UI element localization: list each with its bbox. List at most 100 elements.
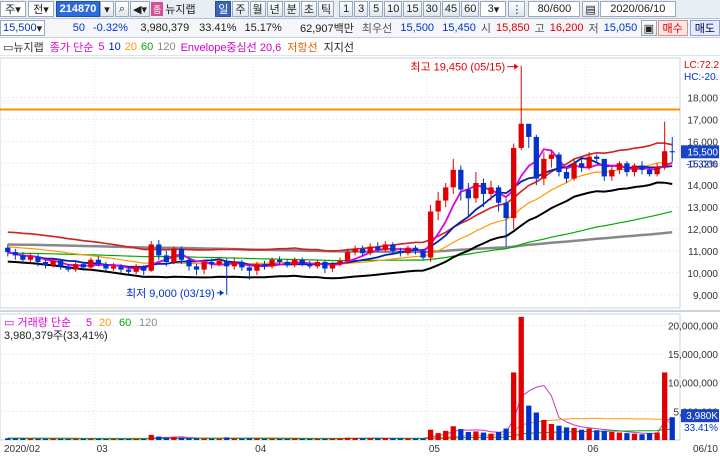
candle-body xyxy=(337,260,343,265)
interval-button-15[interactable]: 15 xyxy=(403,1,422,17)
candle-body xyxy=(110,266,117,269)
news-icon[interactable]: 종 xyxy=(150,2,164,16)
candle-body xyxy=(654,166,660,175)
interval-value[interactable]: 3 ▾ xyxy=(480,1,507,17)
interval-button-60[interactable]: 60 xyxy=(461,1,480,17)
current-volume-label: 3,980K xyxy=(686,411,718,422)
chart-stock-name[interactable]: ▭뉴지랩 xyxy=(0,39,47,55)
volume-bar xyxy=(594,430,600,440)
volume-bar xyxy=(533,412,539,440)
candle-body xyxy=(133,266,139,272)
stock-code-input[interactable]: 214870 xyxy=(56,1,100,17)
volume-bar xyxy=(95,438,102,440)
open-value: 15,850 xyxy=(496,22,530,34)
candle-body xyxy=(503,202,509,219)
sell-button[interactable]: 매도 xyxy=(689,20,720,36)
candle-body xyxy=(526,123,532,137)
candle-body xyxy=(201,261,207,270)
menu-dropdown[interactable]: 주 ▾ xyxy=(0,1,26,17)
search-icon[interactable]: ⌕ xyxy=(115,1,129,17)
quote-bar: 15,500 ▾ 50 -0.32% 3,980,379 33.41% 15.17… xyxy=(0,19,720,38)
volume-bar xyxy=(148,434,154,440)
ma-label[interactable]: 종가 단순 xyxy=(47,39,97,55)
candle-body xyxy=(518,123,524,148)
date-label: 06 xyxy=(587,444,599,455)
interval-button-30[interactable]: 30 xyxy=(422,1,441,17)
low-label: 저 xyxy=(588,23,599,35)
candle-body xyxy=(646,169,653,175)
speaker-icon[interactable]: ◀▾ xyxy=(130,1,150,17)
stock-chart[interactable]: 9,000 10,000 11,000 12,000 13,000 14,000 15,00… xyxy=(0,56,720,458)
tick-settings-icon[interactable]: ⋮ xyxy=(508,1,526,17)
interval-button-10[interactable]: 10 xyxy=(384,1,403,17)
volume-tick-label: 10,000,000 xyxy=(668,379,718,390)
candle-body xyxy=(495,187,502,203)
period-tab-2[interactable]: 월 xyxy=(249,1,266,17)
volume-bar xyxy=(50,438,56,440)
candle-body xyxy=(548,154,555,159)
price-field[interactable]: 15,500 ▾ xyxy=(0,20,46,36)
candle-body xyxy=(465,189,472,199)
candle-body xyxy=(412,247,419,251)
ma5-label: 5 xyxy=(98,40,105,53)
candle-body xyxy=(276,259,283,262)
volume-bar xyxy=(322,438,328,440)
candle-body xyxy=(216,260,222,265)
candle-body xyxy=(360,248,366,254)
candle-body xyxy=(284,261,290,266)
order-icon[interactable]: ▣ xyxy=(641,20,657,36)
candle-body xyxy=(254,264,260,271)
date-field[interactable]: 2020/06/10 xyxy=(599,1,676,17)
period-tabs: 일주월년분초틱 xyxy=(215,1,335,17)
volume-bar xyxy=(88,438,94,440)
interval-button-45[interactable]: 45 xyxy=(441,1,461,17)
volume-bar xyxy=(654,432,660,440)
volume-current-text: 3,980,379주(33,41%) xyxy=(4,330,108,342)
high-value: 16,200 xyxy=(549,22,584,34)
count-field[interactable]: 80/600 xyxy=(528,1,581,17)
period-tab-3[interactable]: 년 xyxy=(266,1,283,17)
period-tab-1[interactable]: 주 xyxy=(232,1,249,17)
interval-button-3[interactable]: 3 xyxy=(354,1,369,17)
volume-bar xyxy=(186,438,192,440)
menu-label: 주 xyxy=(5,4,16,16)
candle-body xyxy=(12,252,18,256)
lookup-button[interactable]: ▤ xyxy=(582,1,599,17)
ma20-label: 20 xyxy=(124,40,137,53)
candle-body xyxy=(125,269,132,272)
volume-bar xyxy=(110,439,117,440)
candle-body xyxy=(299,259,305,265)
interval-button-5[interactable]: 5 xyxy=(369,1,384,17)
volume-bar xyxy=(609,431,615,440)
volume-bar xyxy=(578,429,585,440)
period-tab-0[interactable]: 일 xyxy=(215,1,232,17)
candle-body xyxy=(156,244,162,256)
support-label[interactable]: 지지선 xyxy=(321,39,357,55)
period-tab-6[interactable]: 틱 xyxy=(318,1,335,17)
period-tab-5[interactable]: 초 xyxy=(300,1,318,17)
candle-body xyxy=(141,266,147,271)
volume-bar xyxy=(307,438,313,440)
code-dropdown-button[interactable]: ▾ xyxy=(100,1,114,17)
candle-body xyxy=(208,261,215,265)
hc-label: HC:-20. xyxy=(684,72,718,83)
change-value: 50 xyxy=(72,22,86,34)
market-dropdown[interactable]: 전 ▾ xyxy=(28,1,54,17)
interval-button-1[interactable]: 1 xyxy=(339,1,354,17)
volume-bar xyxy=(571,427,577,440)
volume-bar xyxy=(405,438,411,440)
volume-bar xyxy=(276,438,283,440)
period-tab-4[interactable]: 분 xyxy=(283,1,300,17)
volume-bar xyxy=(669,417,675,440)
candle-body xyxy=(390,244,396,251)
ma60-label: 60 xyxy=(140,40,154,53)
envelope-label[interactable]: Envelope중심선 20,6 xyxy=(178,39,285,55)
candle-body xyxy=(427,211,434,258)
volume-bar xyxy=(511,372,517,440)
market-label: 전 xyxy=(33,4,44,16)
resistance-label[interactable]: 저항선 xyxy=(284,39,320,55)
candle-body xyxy=(239,261,245,268)
volume-bar xyxy=(631,433,638,440)
volume-bar xyxy=(662,372,668,440)
buy-button[interactable]: 매수 xyxy=(657,20,688,36)
